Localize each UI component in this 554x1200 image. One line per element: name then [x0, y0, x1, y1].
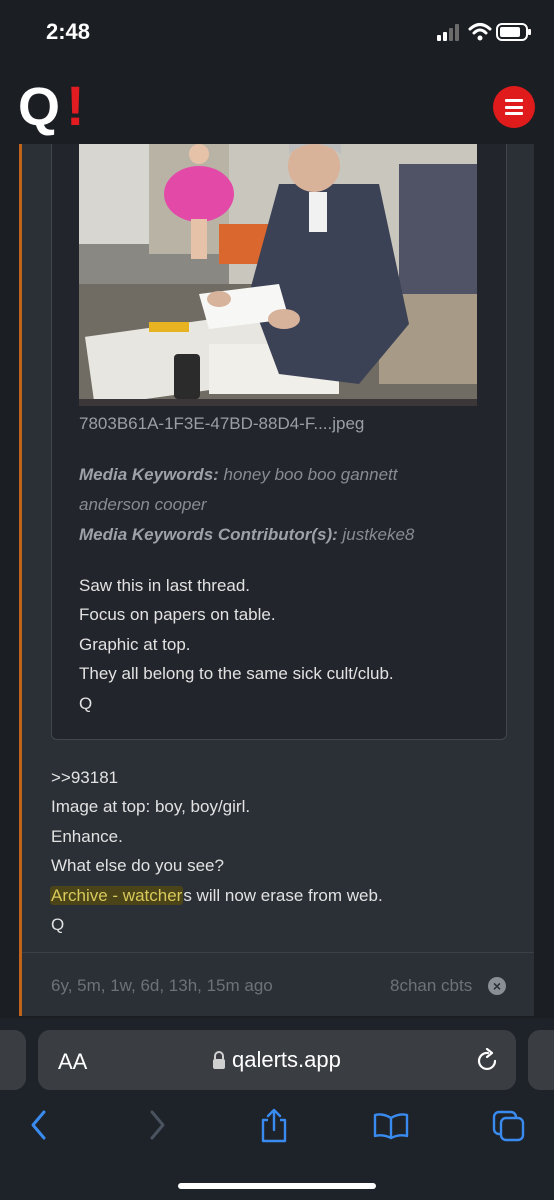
share-icon[interactable] — [258, 1108, 290, 1144]
close-icon[interactable]: × — [488, 977, 506, 995]
status-time: 2:48 — [46, 19, 91, 44]
post-text-line: Image at top: boy, boy/girl. — [51, 797, 251, 816]
media-keywords-value-2: anderson cooper — [79, 495, 207, 514]
media-keywords-value: honey boo boo gannett — [223, 465, 398, 484]
post-text-continuation: s will now erase from web. — [183, 886, 383, 905]
post-text-line-highlighted: Archive - watchers will now erase from w… — [50, 881, 383, 911]
post-signature: Q — [51, 915, 65, 934]
contributors-value: justkeke8 — [342, 525, 415, 544]
bookmarks-icon[interactable] — [373, 1112, 409, 1140]
reload-icon[interactable] — [476, 1048, 500, 1074]
media-keywords-line-1: Media Keywords: honey boo boo gannett — [79, 460, 397, 490]
tabs-icon[interactable] — [492, 1110, 526, 1142]
logo-letter[interactable]: Q — [18, 80, 60, 134]
quoted-text-line: Focus on papers on table. — [79, 605, 276, 624]
post-text-line: What else do you see? — [51, 856, 224, 875]
menu-button[interactable] — [493, 86, 535, 128]
quoted-text-line: Graphic at top. — [79, 635, 191, 654]
wifi-icon — [468, 23, 492, 41]
post-reply-link[interactable]: >>93181 — [51, 763, 118, 793]
post-timestamp: 6y, 5m, 1w, 6d, 13h, 15m ago — [51, 976, 273, 995]
battery-icon — [496, 23, 531, 41]
previous-tab-peek[interactable] — [0, 1030, 26, 1090]
contributors-label: Media Keywords Contributor(s): — [79, 525, 338, 544]
logo-mark: ! — [66, 74, 85, 137]
back-icon[interactable] — [28, 1108, 50, 1142]
post-divider — [22, 952, 534, 953]
image-filename[interactable]: 7803B61A-1F3E-47BD-88D4-F....jpeg — [79, 414, 364, 434]
lock-icon — [213, 1051, 225, 1069]
quoted-text-line: Saw this in last thread. — [79, 576, 251, 595]
quoted-text-line: They all belong to the same sick cult/cl… — [79, 664, 394, 683]
text-highlight[interactable]: Archive - watcher — [50, 886, 184, 905]
media-keywords-contributors: Media Keywords Contributor(s): justkeke8 — [79, 520, 414, 550]
url-text[interactable]: qalerts.app — [232, 1047, 341, 1073]
cellular-signal-icon — [437, 24, 459, 41]
next-tab-peek[interactable] — [528, 1030, 554, 1090]
home-indicator[interactable] — [178, 1183, 376, 1189]
text-size-button[interactable]: AA — [58, 1049, 87, 1075]
media-keywords-label: Media Keywords: — [79, 465, 219, 484]
photo-illustration — [79, 144, 477, 406]
post-image[interactable] — [79, 144, 477, 406]
post-text-line: Enhance. — [51, 827, 123, 846]
quoted-signature: Q — [79, 694, 93, 713]
forward-icon[interactable] — [146, 1108, 168, 1142]
post-source[interactable]: 8chan cbts — [390, 976, 472, 996]
post-content-area: 7803B61A-1F3E-47BD-88D4-F....jpeg Media … — [0, 144, 554, 1020]
